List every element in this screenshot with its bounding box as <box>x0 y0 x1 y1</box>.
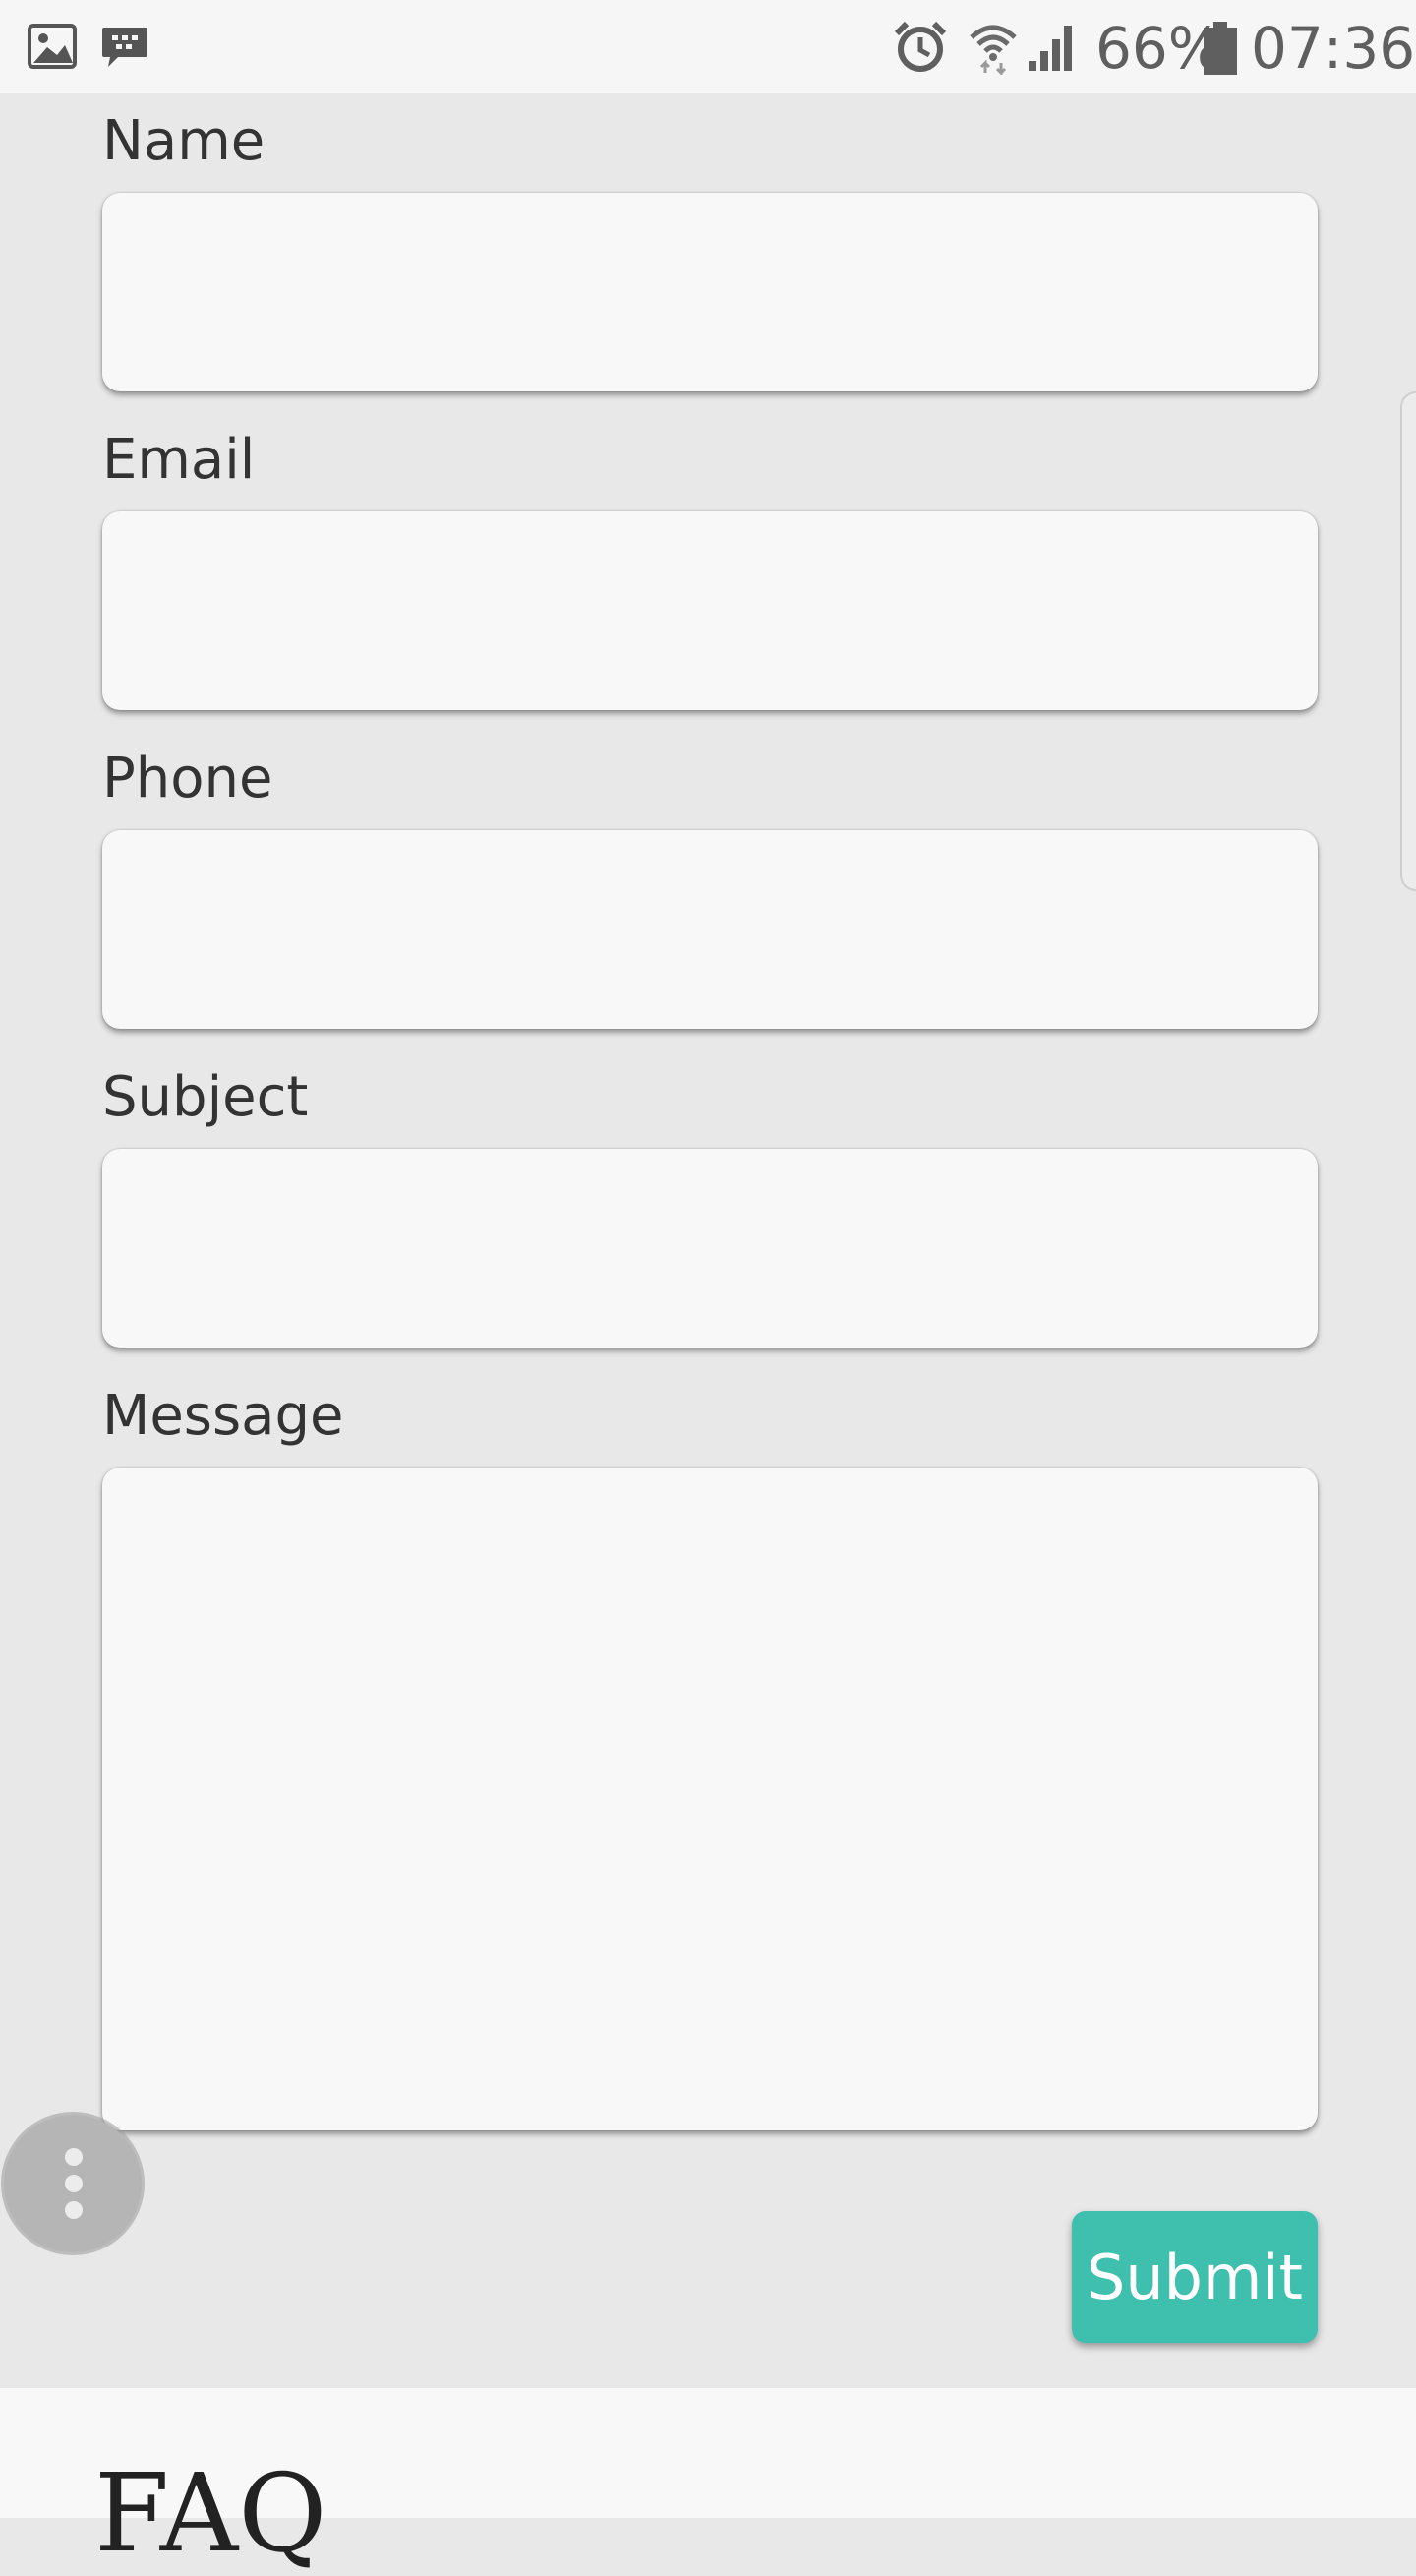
wifi-icon <box>970 25 1017 75</box>
more-options-button[interactable] <box>4 2115 142 2252</box>
phone-label: Phone <box>102 747 273 810</box>
image-icon <box>28 24 77 69</box>
email-field[interactable] <box>102 511 1318 710</box>
email-label: Email <box>102 428 256 492</box>
signal-icon <box>1029 26 1072 71</box>
message-icon <box>102 28 148 67</box>
phone-field[interactable] <box>102 830 1318 1029</box>
alarm-icon <box>894 21 947 72</box>
battery-icon <box>1204 22 1237 75</box>
faq-title: FAQ <box>94 2450 327 2576</box>
name-label: Name <box>102 109 266 173</box>
submit-button[interactable]: Submit <box>1072 2211 1318 2343</box>
edge-panel-handle[interactable] <box>1400 391 1416 891</box>
name-field[interactable] <box>102 193 1318 391</box>
message-textarea[interactable] <box>102 1468 1318 2130</box>
clock-time: 07:36 <box>1251 15 1416 82</box>
message-label: Message <box>102 1384 344 1448</box>
status-bar: 66% 07:36 <box>0 0 1416 93</box>
subject-field[interactable] <box>102 1149 1318 1348</box>
subject-label: Subject <box>102 1065 309 1129</box>
